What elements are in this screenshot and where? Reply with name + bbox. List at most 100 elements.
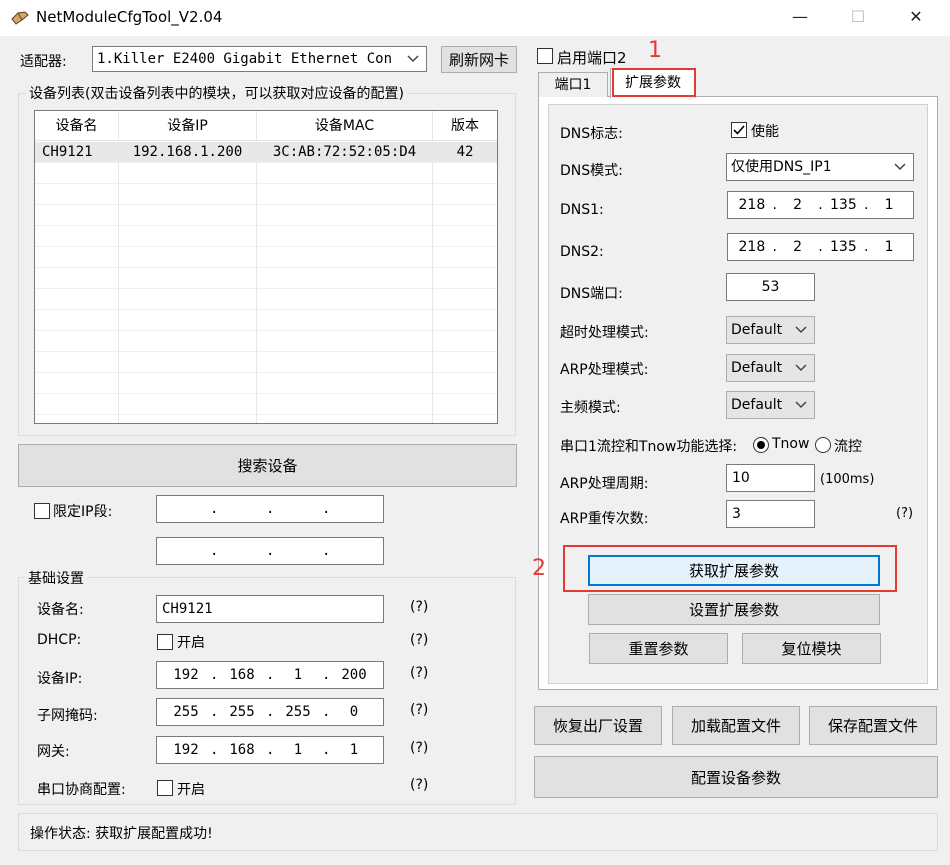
device-name-input[interactable]: CH9121 xyxy=(156,595,384,623)
chevron-down-icon xyxy=(794,355,808,381)
gateway-input[interactable]: 192. 168. 1. 1 xyxy=(156,736,384,764)
table-cell-empty xyxy=(35,289,119,310)
table-cell-empty xyxy=(433,268,497,289)
reset-params-button[interactable]: 重置参数 xyxy=(589,633,728,664)
serial-negotiation-checkbox[interactable] xyxy=(157,780,173,796)
table-cell-empty xyxy=(119,310,257,331)
table-row-empty xyxy=(35,247,497,268)
table-cell-empty xyxy=(257,184,433,205)
table-cell-empty xyxy=(119,415,257,423)
radio-tnow[interactable] xyxy=(753,437,769,453)
minimize-button[interactable]: — xyxy=(774,0,826,34)
device-table-header: 设备名 设备IP 设备MAC 版本 xyxy=(35,111,497,141)
freq-mode-label: 主频模式: xyxy=(560,400,621,416)
freq-mode-select[interactable]: Default xyxy=(726,391,815,419)
reset-module-button[interactable]: 复位模块 xyxy=(742,633,881,664)
save-config-button[interactable]: 保存配置文件 xyxy=(809,706,937,745)
table-row-empty xyxy=(35,394,497,415)
arp-mode-value: Default xyxy=(731,360,783,376)
dns1-input[interactable]: 218. 2. 135. 1 xyxy=(727,191,914,219)
col-version[interactable]: 版本 xyxy=(433,111,497,141)
device-ip-input[interactable]: 192. 168. 1. 200 xyxy=(156,661,384,689)
col-device-mac[interactable]: 设备MAC xyxy=(257,111,433,141)
chevron-down-icon xyxy=(794,392,808,418)
search-devices-button[interactable]: 搜索设备 xyxy=(18,444,517,487)
arp-retry-input[interactable]: 3 xyxy=(726,500,815,528)
table-row-empty xyxy=(35,310,497,331)
table-cell-empty xyxy=(35,268,119,289)
help-subnet[interactable]: (?) xyxy=(410,702,428,718)
dns-flag-checkbox[interactable] xyxy=(731,122,747,138)
table-cell-empty xyxy=(119,205,257,226)
adapter-select[interactable]: 1.Killer E2400 Gigabit Ethernet Con xyxy=(92,46,427,72)
ip-range-end-input[interactable]: . . . xyxy=(156,537,384,565)
table-cell-empty xyxy=(433,205,497,226)
factory-reset-button[interactable]: 恢复出厂设置 xyxy=(534,706,662,745)
device-table[interactable]: 设备名 设备IP 设备MAC 版本 CH9121 192.168.1.200 3… xyxy=(34,110,498,424)
enable-port2-checkbox[interactable] xyxy=(537,48,553,64)
ip-seg: 192 xyxy=(173,742,199,758)
status-text: 操作状态: 获取扩展配置成功! xyxy=(30,826,213,842)
dhcp-label: DHCP: xyxy=(37,632,82,648)
table-cell-empty xyxy=(257,163,433,184)
table-cell-empty xyxy=(35,352,119,373)
refresh-adapter-button[interactable]: 刷新网卡 xyxy=(441,46,517,73)
radio-flow-control[interactable] xyxy=(815,437,831,453)
arp-mode-select[interactable]: Default xyxy=(726,354,815,382)
dhcp-checkbox-label: 开启 xyxy=(177,635,205,651)
radio-flow-control-label: 流控 xyxy=(834,439,862,455)
arp-period-label: ARP处理周期: xyxy=(560,476,649,492)
table-cell-empty xyxy=(257,247,433,268)
ip-seg: 200 xyxy=(341,667,367,683)
table-cell-empty xyxy=(433,352,497,373)
annotation-box-1 xyxy=(612,68,696,97)
table-cell-empty xyxy=(257,226,433,247)
tab-port1[interactable]: 端口1 xyxy=(538,72,608,97)
load-config-button[interactable]: 加载配置文件 xyxy=(672,706,800,745)
dns-flag-checkbox-label: 使能 xyxy=(751,124,779,140)
help-dhcp[interactable]: (?) xyxy=(410,632,428,648)
adapter-select-value: 1.Killer E2400 Gigabit Ethernet Con xyxy=(97,51,393,67)
configure-device-button[interactable]: 配置设备参数 xyxy=(534,756,938,798)
table-cell-empty xyxy=(257,352,433,373)
subnet-input[interactable]: 255. 255. 255. 0 xyxy=(156,698,384,726)
table-row[interactable]: CH9121 192.168.1.200 3C:AB:72:52:05:D4 4… xyxy=(35,142,497,163)
ip-range-checkbox[interactable] xyxy=(34,503,50,519)
dns2-label: DNS2: xyxy=(560,244,604,260)
close-button[interactable]: ✕ xyxy=(890,0,942,34)
dns-mode-select[interactable]: 仅使用DNS_IP1 xyxy=(726,153,914,181)
table-cell-empty xyxy=(119,226,257,247)
ip-range-start-input[interactable]: . . . xyxy=(156,495,384,523)
set-extended-params-button[interactable]: 设置扩展参数 xyxy=(588,594,880,625)
dns2-input[interactable]: 218. 2. 135. 1 xyxy=(727,233,914,261)
dns-port-input[interactable]: 53 xyxy=(726,273,815,301)
ip-seg: 218 xyxy=(738,239,766,255)
chevron-down-icon xyxy=(893,154,907,180)
maximize-button[interactable]: ☐ xyxy=(832,0,884,34)
table-cell-empty xyxy=(433,394,497,415)
table-cell-empty xyxy=(257,394,433,415)
arp-period-input[interactable]: 10 xyxy=(726,464,815,492)
table-cell-empty xyxy=(35,310,119,331)
dns-mode-label: DNS模式: xyxy=(560,163,623,179)
ip-seg: 255 xyxy=(173,704,199,720)
col-device-ip[interactable]: 设备IP xyxy=(119,111,257,141)
ip-seg: 0 xyxy=(349,704,359,720)
ip-seg: 168 xyxy=(229,742,255,758)
timeout-mode-select[interactable]: Default xyxy=(726,316,815,344)
col-device-name[interactable]: 设备名 xyxy=(35,111,119,141)
table-cell-empty xyxy=(119,394,257,415)
help-arp-retry[interactable]: (?) xyxy=(896,506,913,521)
cell-device-name: CH9121 xyxy=(35,142,119,163)
annotation-number-2: 2 xyxy=(532,556,546,581)
ip-seg: 168 xyxy=(229,667,255,683)
window-title: NetModuleCfgTool_V2.04 xyxy=(36,8,223,26)
help-serial-negotiation[interactable]: (?) xyxy=(410,777,428,793)
help-gateway[interactable]: (?) xyxy=(410,740,428,756)
help-device-ip[interactable]: (?) xyxy=(410,665,428,681)
table-cell-empty xyxy=(257,268,433,289)
get-extended-params-button[interactable]: 获取扩展参数 xyxy=(588,555,880,586)
help-device-name[interactable]: (?) xyxy=(410,599,428,615)
dhcp-checkbox[interactable] xyxy=(157,634,173,650)
ip-seg: 255 xyxy=(229,704,255,720)
